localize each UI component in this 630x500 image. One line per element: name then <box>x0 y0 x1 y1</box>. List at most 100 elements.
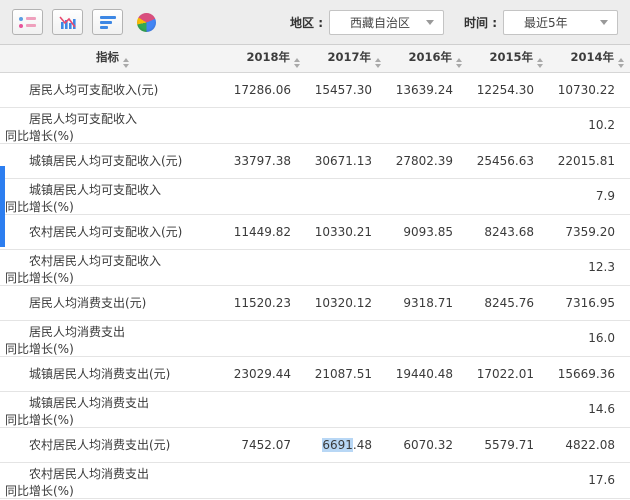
time-select[interactable]: 最近5年 <box>503 10 618 35</box>
sort-icon <box>375 58 381 68</box>
column-header-label: 指标 <box>96 50 119 64</box>
value-cell: 7316.95 <box>549 285 630 321</box>
value-cell <box>387 250 468 286</box>
indicator-cell: 居民人均可支配收入同比增长(%) <box>0 108 225 144</box>
region-label: 地区 : <box>290 14 323 31</box>
indicator-cell: 居民人均消费支出(元) <box>0 285 225 321</box>
value-cell: 8243.68 <box>468 214 549 250</box>
column-header-year-4[interactable]: 2015年 <box>468 45 549 72</box>
bar-chart-icon <box>100 16 116 29</box>
value-cell: 19440.48 <box>387 356 468 392</box>
indicator-cell: 城镇居民人均消费支出(元) <box>0 356 225 392</box>
value-cell: 11520.23 <box>225 285 306 321</box>
table-row: 农村居民人均消费支出(元)7452.076691.486070.325579.7… <box>0 427 630 463</box>
combo-chart-icon <box>59 15 77 30</box>
indicator-cell: 城镇居民人均消费支出同比增长(%) <box>0 392 225 428</box>
combo-chart-button[interactable] <box>52 9 83 35</box>
pie-chart-button[interactable] <box>132 10 161 34</box>
value-cell: 21087.51 <box>306 356 387 392</box>
region-select[interactable]: 西藏自治区 <box>329 10 444 35</box>
time-filter-group: 时间 : 最近5年 <box>464 10 618 35</box>
value-cell <box>225 463 306 499</box>
value-cell: 6691.48 <box>306 427 387 463</box>
region-filter-group: 地区 : 西藏自治区 <box>290 10 444 35</box>
value-cell <box>225 179 306 215</box>
value-cell: 15669.36 <box>549 356 630 392</box>
sort-icon <box>456 58 462 68</box>
value-cell <box>225 321 306 357</box>
value-cell <box>306 179 387 215</box>
value-cell: 25456.63 <box>468 143 549 179</box>
column-header-year-3[interactable]: 2016年 <box>387 45 468 72</box>
value-cell: 7.9 <box>549 179 630 215</box>
indicator-cell: 城镇居民人均可支配收入同比增长(%) <box>0 179 225 215</box>
value-cell: 8245.76 <box>468 285 549 321</box>
value-cell <box>387 179 468 215</box>
column-header-indicator[interactable]: 指标 <box>0 45 225 72</box>
value-cell: 10330.21 <box>306 214 387 250</box>
value-cell: 12.3 <box>549 250 630 286</box>
table-row: 城镇居民人均可支配收入(元)33797.3830671.1327802.3925… <box>0 143 630 179</box>
value-cell <box>468 463 549 499</box>
table-header-row: 指标 2018年 2017年2016年 2015年 2014年 <box>0 45 630 72</box>
value-cell: 9093.85 <box>387 214 468 250</box>
column-header-year-2[interactable]: 2017年 <box>306 45 387 72</box>
filter-bar: 地区 : 西藏自治区 时间 : 最近5年 <box>290 10 618 35</box>
bar-chart-button[interactable] <box>92 9 123 35</box>
value-cell <box>387 463 468 499</box>
value-cell <box>225 250 306 286</box>
value-cell <box>306 321 387 357</box>
value-cell: 17.6 <box>549 463 630 499</box>
value-cell: 9318.71 <box>387 285 468 321</box>
value-cell <box>468 108 549 144</box>
value-cell: 27802.39 <box>387 143 468 179</box>
value-cell: 17286.06 <box>225 72 306 108</box>
chevron-down-icon <box>426 20 434 25</box>
value-cell: 11449.82 <box>225 214 306 250</box>
indicator-cell: 城镇居民人均可支配收入(元) <box>0 143 225 179</box>
value-cell <box>306 250 387 286</box>
value-cell: 7359.20 <box>549 214 630 250</box>
value-cell <box>468 179 549 215</box>
region-select-value: 西藏自治区 <box>350 14 410 31</box>
table-row: 居民人均可支配收入(元)17286.0615457.3013639.241225… <box>0 72 630 108</box>
value-cell: 7452.07 <box>225 427 306 463</box>
table-row: 城镇居民人均可支配收入同比增长(%) 7.9 <box>0 179 630 215</box>
value-cell: 10730.22 <box>549 72 630 108</box>
table-body: 居民人均可支配收入(元)17286.0615457.3013639.241225… <box>0 72 630 498</box>
value-cell: 33797.38 <box>225 143 306 179</box>
table-row: 居民人均消费支出同比增长(%)16.0 <box>0 321 630 357</box>
value-cell <box>387 321 468 357</box>
column-header-year-1[interactable]: 2018年 <box>225 45 306 72</box>
value-cell: 30671.13 <box>306 143 387 179</box>
pie-chart-icon <box>137 13 156 32</box>
table-row: 农村居民人均消费支出同比增长(%) 17.6 <box>0 463 630 499</box>
stats-table: 指标 2018年 2017年2016年 2015年 2014年 居民人均可支配收入(元)… <box>0 45 630 499</box>
value-cell: 22015.81 <box>549 143 630 179</box>
value-cell: 23029.44 <box>225 356 306 392</box>
indicator-cell: 农村居民人均可支配收入(元) <box>0 214 225 250</box>
value-cell: 14.6 <box>549 392 630 428</box>
table-row: 居民人均消费支出(元)11520.2310320.129318.718245.7… <box>0 285 630 321</box>
indicator-cell: 居民人均可支配收入(元) <box>0 72 225 108</box>
table-row: 居民人均可支配收入同比增长(%) 10.2 <box>0 108 630 144</box>
list-view-button[interactable] <box>12 9 43 35</box>
time-label: 时间 : <box>464 14 497 31</box>
value-cell <box>468 392 549 428</box>
toolbar: 地区 : 西藏自治区 时间 : 最近5年 <box>0 0 630 45</box>
indicator-cell: 农村居民人均可支配收入同比增长(%) <box>0 250 225 286</box>
value-cell: 5579.71 <box>468 427 549 463</box>
chevron-down-icon <box>600 20 608 25</box>
time-select-value: 最近5年 <box>524 14 568 31</box>
left-scrollbar-thumb[interactable] <box>0 166 5 247</box>
sort-icon <box>294 58 300 68</box>
value-cell: 10320.12 <box>306 285 387 321</box>
sort-icon <box>537 58 543 68</box>
indicator-cell: 农村居民人均消费支出同比增长(%) <box>0 463 225 499</box>
value-cell <box>468 321 549 357</box>
column-header-year-5[interactable]: 2014年 <box>549 45 630 72</box>
column-header-label: 2015年 <box>489 50 533 64</box>
column-header-label: 2018年 <box>246 50 290 64</box>
table-row: 城镇居民人均消费支出(元)23029.4421087.5119440.48170… <box>0 356 630 392</box>
value-cell: 10.2 <box>549 108 630 144</box>
